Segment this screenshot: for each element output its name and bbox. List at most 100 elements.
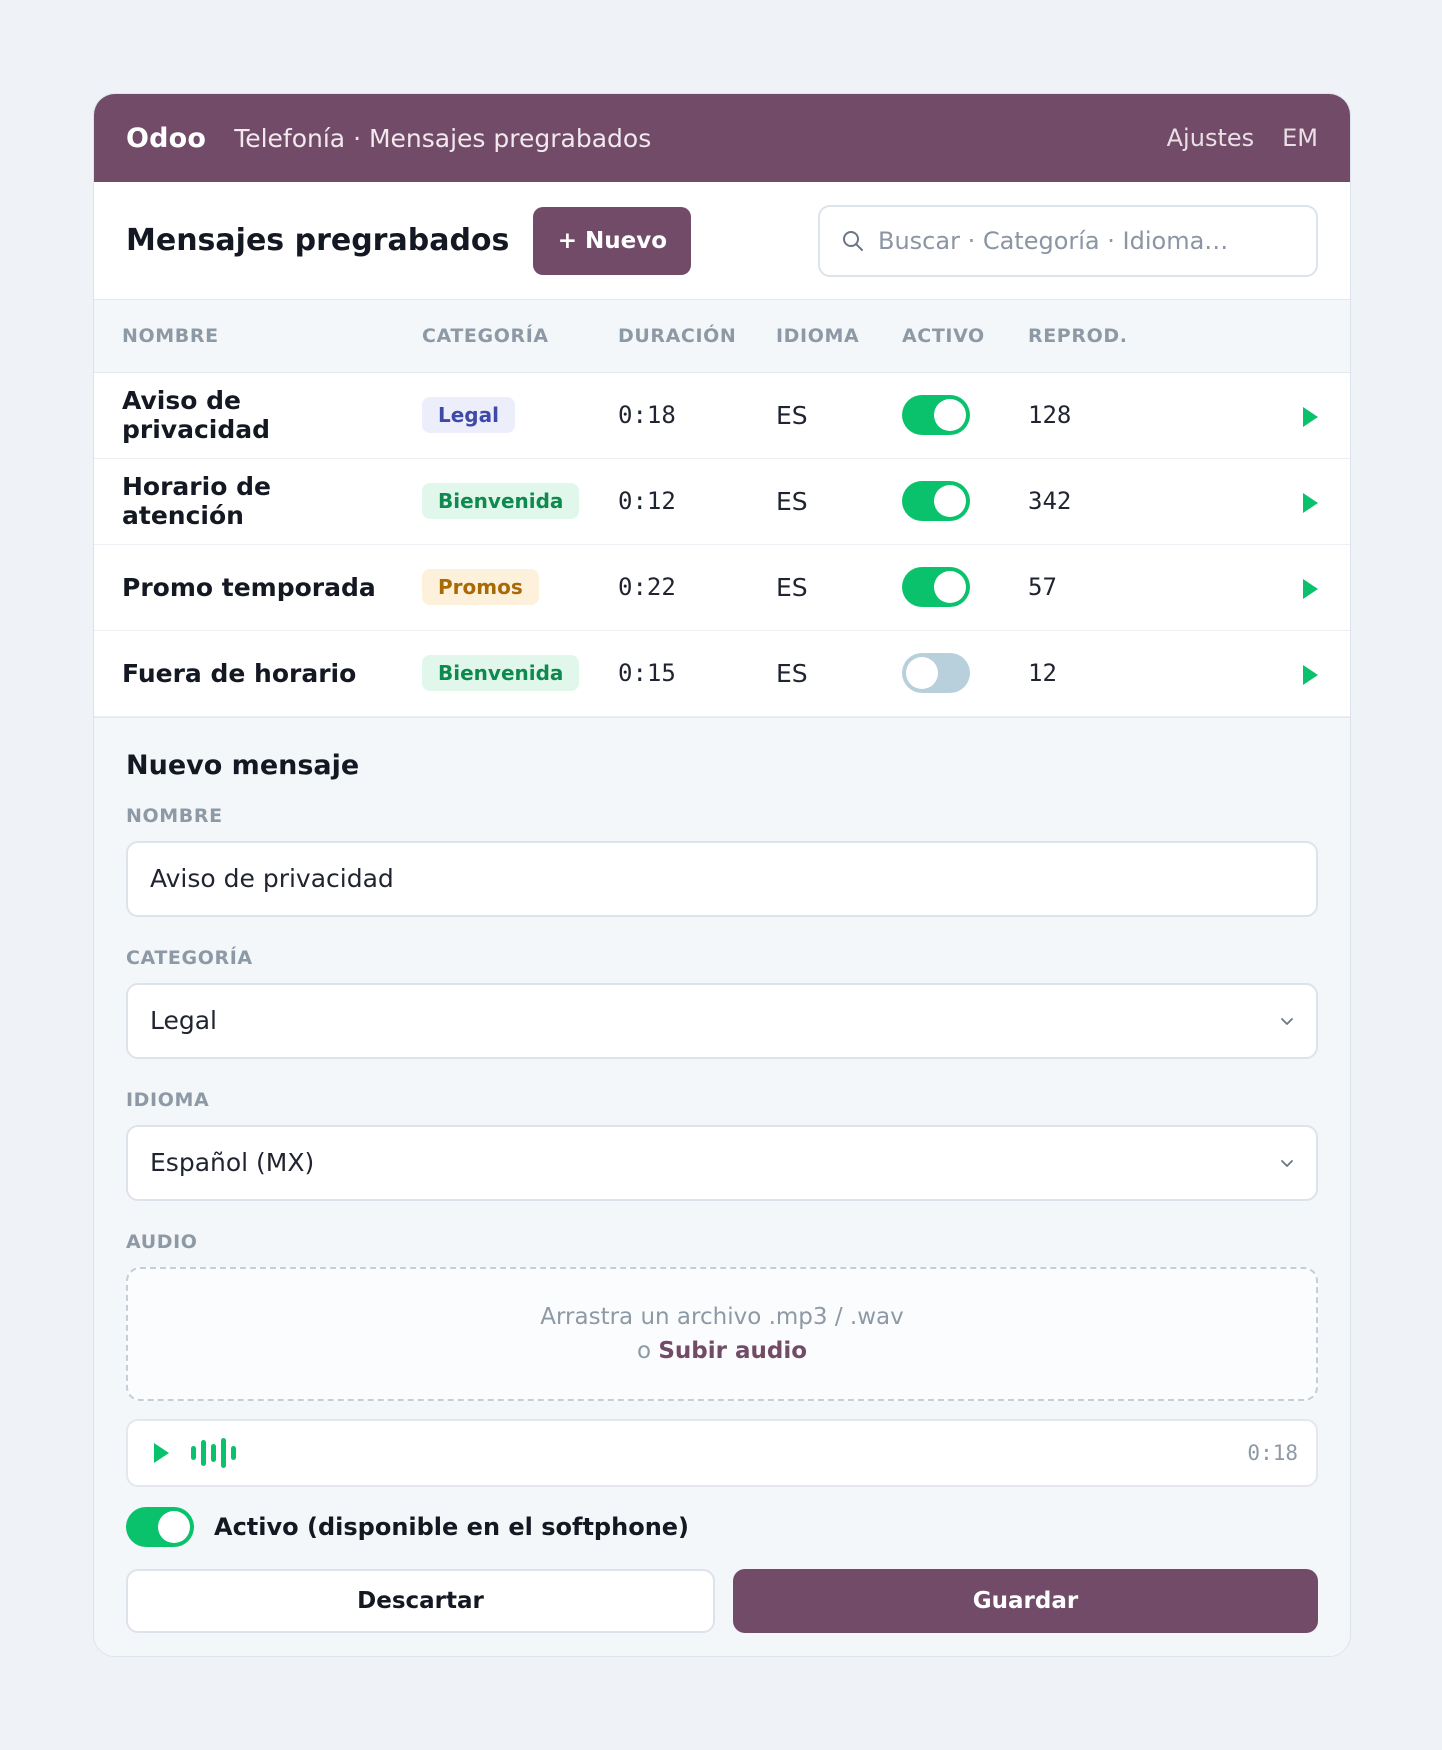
row-category-cell: Promos: [394, 544, 590, 630]
row-category-cell: Bienvenida: [394, 630, 590, 716]
play-icon[interactable]: [1303, 492, 1318, 513]
category-badge: Legal: [422, 397, 515, 433]
row-plays: 57: [1028, 573, 1057, 601]
dropzone-text: Arrastra un archivo .mp3 / .wav: [540, 1303, 904, 1330]
column-header-plays[interactable]: REPROD.: [1000, 300, 1270, 372]
play-icon[interactable]: [1303, 664, 1318, 685]
brand-logo[interactable]: Odoo: [126, 123, 206, 154]
row-play-cell: [1270, 458, 1350, 544]
column-header-duration[interactable]: DURACIÓN: [590, 300, 748, 372]
table-row[interactable]: Horario de atención Bienvenida 0:12 ES 3…: [94, 458, 1350, 544]
category-badge: Bienvenida: [422, 655, 580, 691]
active-toggle[interactable]: [126, 1506, 194, 1547]
column-header-active[interactable]: ACTIVO: [874, 300, 1000, 372]
dropzone-upload-line: o Subir audio: [637, 1338, 807, 1364]
messages-table: NOMBRE CATEGORÍA DURACIÓN IDIOMA ACTIVO …: [94, 300, 1350, 717]
chevron-down-icon: [1281, 1159, 1293, 1167]
audio-label: AUDIO: [126, 1230, 198, 1253]
row-duration: 0:18: [618, 401, 676, 429]
row-duration: 0:12: [618, 487, 676, 515]
search-box[interactable]: [818, 204, 1318, 277]
category-badge: Bienvenida: [422, 483, 580, 519]
table-body: Aviso de privacidad Legal 0:18 ES 128 Ho…: [94, 372, 1350, 716]
language-select-value: Español (MX): [150, 1148, 315, 1177]
column-header-name[interactable]: NOMBRE: [94, 300, 394, 372]
play-icon[interactable]: [1303, 578, 1318, 599]
language-select[interactable]: Español (MX): [126, 1124, 1318, 1201]
row-active-toggle[interactable]: [902, 481, 970, 521]
name-field-value: Aviso de privacidad: [150, 864, 394, 893]
play-icon[interactable]: [154, 1442, 169, 1463]
row-play-cell: [1270, 544, 1350, 630]
column-header-language[interactable]: IDIOMA: [748, 300, 874, 372]
language-label: IDIOMA: [126, 1088, 210, 1111]
player-time: 0:18: [1247, 1440, 1298, 1465]
form-buttons: Descartar Guardar: [126, 1568, 1318, 1633]
app-window: Odoo Telefonía · Mensajes pregrabados Aj…: [93, 93, 1351, 1657]
row-active-toggle[interactable]: [902, 567, 970, 607]
row-plays: 342: [1028, 487, 1072, 515]
toggle-knob: [906, 657, 938, 689]
navbar-right: Ajustes EM: [1167, 124, 1318, 152]
category-badge: Promos: [422, 569, 539, 605]
row-name[interactable]: Horario de atención: [94, 458, 394, 544]
row-play-cell: [1270, 372, 1350, 458]
row-plays: 12: [1028, 659, 1057, 687]
toggle-knob: [934, 571, 966, 603]
play-icon[interactable]: [1303, 406, 1318, 427]
row-play-cell: [1270, 630, 1350, 716]
page-title: Mensajes pregrabados: [126, 223, 510, 258]
breadcrumb[interactable]: Telefonía · Mensajes pregrabados: [234, 124, 651, 153]
toggle-knob: [934, 399, 966, 431]
row-active-cell: [874, 630, 1000, 716]
row-name[interactable]: Aviso de privacidad: [94, 372, 394, 458]
row-active-cell: [874, 372, 1000, 458]
row-active-toggle[interactable]: [902, 653, 970, 693]
row-language: ES: [776, 572, 808, 602]
audio-dropzone[interactable]: Arrastra un archivo .mp3 / .wav o Subir …: [126, 1266, 1318, 1401]
chevron-down-icon: [1281, 1017, 1293, 1025]
toggle-knob: [158, 1510, 190, 1543]
row-name[interactable]: Promo temporada: [94, 544, 394, 630]
top-navbar: Odoo Telefonía · Mensajes pregrabados Aj…: [94, 94, 1350, 182]
name-label: NOMBRE: [126, 804, 223, 827]
row-language: ES: [776, 400, 808, 430]
table-header-row: NOMBRE CATEGORÍA DURACIÓN IDIOMA ACTIVO …: [94, 300, 1350, 372]
category-label: CATEGORÍA: [126, 946, 253, 969]
row-category-cell: Bienvenida: [394, 458, 590, 544]
avatar[interactable]: EM: [1282, 124, 1318, 152]
new-message-form: Nuevo mensaje NOMBRE Aviso de privacidad…: [94, 716, 1350, 1656]
name-field[interactable]: Aviso de privacidad: [126, 840, 1318, 917]
row-name[interactable]: Fuera de horario: [94, 630, 394, 716]
row-duration: 0:22: [618, 573, 676, 601]
search-input[interactable]: [878, 226, 1294, 255]
settings-link[interactable]: Ajustes: [1167, 124, 1254, 152]
row-plays: 128: [1028, 401, 1072, 429]
active-row: Activo (disponible en el softphone): [126, 1506, 1318, 1547]
control-panel: Mensajes pregrabados + Nuevo: [94, 182, 1350, 300]
category-select-value: Legal: [150, 1006, 218, 1035]
form-title: Nuevo mensaje: [126, 749, 360, 781]
row-language: ES: [776, 658, 808, 688]
active-label: Activo (disponible en el softphone): [214, 1512, 690, 1541]
row-duration: 0:15: [618, 659, 676, 687]
category-select[interactable]: Legal: [126, 982, 1318, 1059]
dropzone-or: o: [636, 1337, 652, 1364]
row-active-cell: [874, 544, 1000, 630]
row-active-toggle[interactable]: [902, 395, 970, 435]
table-row[interactable]: Promo temporada Promos 0:22 ES 57: [94, 544, 1350, 630]
row-category-cell: Legal: [394, 372, 590, 458]
new-button[interactable]: + Nuevo: [533, 206, 692, 275]
row-active-cell: [874, 458, 1000, 544]
waveform-icon: [191, 1437, 236, 1468]
toggle-knob: [934, 485, 966, 517]
save-button[interactable]: Guardar: [733, 1568, 1318, 1633]
upload-audio-link[interactable]: Subir audio: [658, 1338, 807, 1364]
audio-player: 0:18: [126, 1418, 1318, 1487]
table-row[interactable]: Aviso de privacidad Legal 0:18 ES 128: [94, 372, 1350, 458]
table-row[interactable]: Fuera de horario Bienvenida 0:15 ES 12: [94, 630, 1350, 716]
discard-button[interactable]: Descartar: [126, 1568, 715, 1633]
column-header-actions: [1270, 300, 1350, 372]
row-language: ES: [776, 486, 808, 516]
column-header-category[interactable]: CATEGORÍA: [394, 300, 590, 372]
